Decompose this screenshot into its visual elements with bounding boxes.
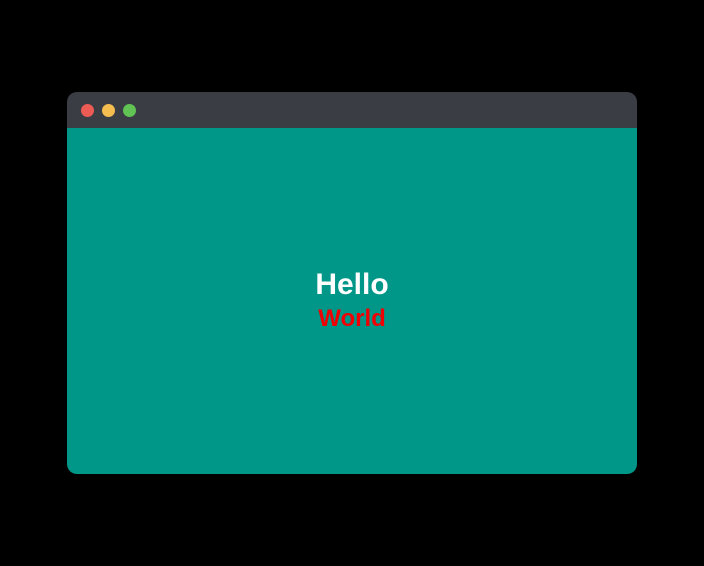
zoom-icon[interactable] (123, 104, 136, 117)
hello-label: Hello (315, 267, 388, 303)
world-label: World (318, 303, 386, 334)
minimize-icon[interactable] (102, 104, 115, 117)
close-icon[interactable] (81, 104, 94, 117)
app-window: Hello World (67, 92, 637, 474)
titlebar (67, 92, 637, 128)
window-content: Hello World (67, 128, 637, 474)
